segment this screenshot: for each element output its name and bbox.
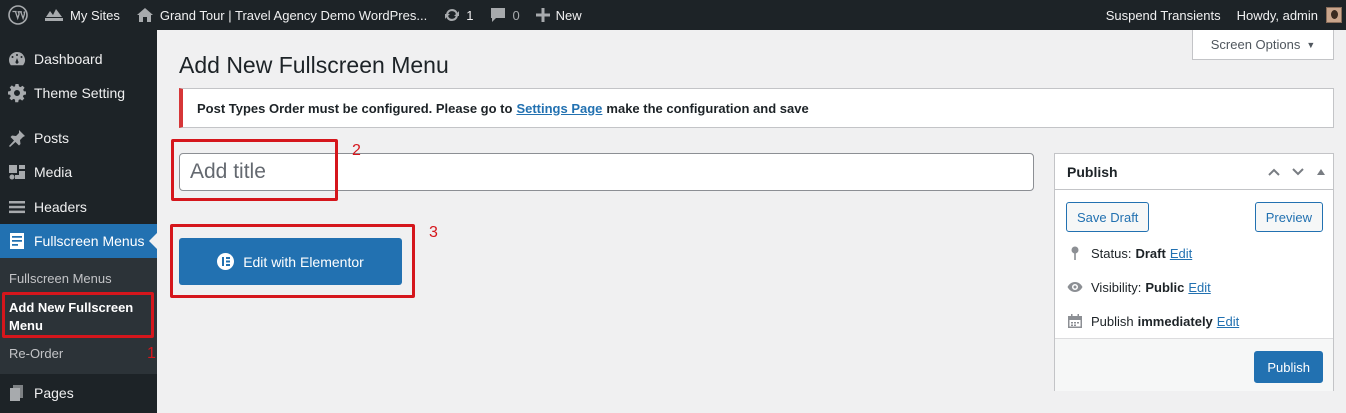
gear-icon [8, 84, 26, 103]
collapse-toggle-icon[interactable] [1317, 168, 1325, 175]
edit-publish-time-link[interactable]: Edit [1217, 314, 1239, 329]
edit-status-link[interactable]: Edit [1170, 246, 1192, 261]
wordpress-logo-menu[interactable] [0, 0, 36, 30]
page-title: Add New Fullscreen Menu [179, 52, 449, 78]
screen-options-label: Screen Options [1210, 37, 1301, 52]
annotation-box-2 [171, 139, 338, 201]
admin-bar: My Sites Grand Tour | Travel Agency Demo… [0, 0, 1346, 30]
site-name-label: Grand Tour | Travel Agency Demo WordPres… [159, 7, 428, 23]
annotation-number-1: 1 [147, 345, 156, 362]
publish-time-value: immediately [1137, 313, 1213, 329]
my-account-menu[interactable]: Howdy, admin [1229, 0, 1346, 30]
status-value: Draft [1135, 245, 1166, 261]
my-sites-label: My Sites [70, 7, 120, 23]
error-notice: Post Types Order must be configured. Ple… [179, 88, 1334, 128]
annotation-number-2: 2 [352, 142, 361, 159]
new-content-menu[interactable]: New [528, 0, 590, 30]
publish-metabox: Publish Save Draft Preview Status: Draft… [1054, 153, 1334, 391]
calendar-icon [1068, 314, 1082, 328]
bars-icon [9, 201, 25, 214]
howdy-label: Howdy, admin [1236, 7, 1318, 23]
sidebar-item-media[interactable]: Media [0, 155, 157, 189]
preview-button[interactable]: Preview [1254, 202, 1323, 232]
post-icon [10, 233, 24, 249]
admin-sidebar: Dashboard Theme Setting Posts Media Head… [0, 30, 157, 413]
notice-text-after: make the configuration and save [606, 100, 809, 116]
plus-icon [535, 8, 550, 22]
sidebar-item-fullscreen-menus[interactable]: Fullscreen Menus [0, 224, 157, 258]
publish-header: Publish [1055, 154, 1333, 190]
pages-icon [10, 385, 23, 401]
pin-icon [9, 130, 25, 147]
sidebar-item-label: Pages [34, 385, 74, 401]
publish-time-label: Publish [1091, 313, 1134, 329]
dashboard-icon [9, 51, 26, 66]
publish-button[interactable]: Publish [1254, 351, 1323, 383]
suspend-transients-label: Suspend Transients [1105, 7, 1221, 23]
sidebar-item-dashboard[interactable]: Dashboard [0, 42, 157, 76]
sidebar-item-theme-setting[interactable]: Theme Setting [0, 76, 157, 110]
sidebar-item-label: Headers [34, 199, 87, 215]
updates-icon [445, 8, 460, 22]
visibility-row: Visibility: Public Edit [1067, 279, 1211, 295]
sidebar-item-label: Posts [34, 130, 70, 146]
eye-icon [1067, 282, 1083, 292]
caret-down-icon: ▼ [1306, 39, 1316, 50]
annotation-box-3 [170, 224, 415, 298]
notice-text-before: Post Types Order must be configured. Ple… [197, 100, 513, 116]
pin-location-icon [1071, 246, 1079, 260]
submenu-item-re-order[interactable]: Re-Order [9, 345, 149, 363]
updates-count: 1 [466, 7, 474, 23]
status-label: Status: [1091, 245, 1132, 261]
annotation-number-3: 3 [429, 224, 438, 241]
sidebar-item-label: Theme Setting [34, 85, 126, 101]
sidebar-item-headers[interactable]: Headers [0, 190, 157, 224]
publish-title: Publish [1067, 163, 1118, 180]
settings-page-link[interactable]: Settings Page [516, 101, 602, 116]
sidebar-item-label: Dashboard [34, 51, 103, 67]
comments-count: 0 [512, 7, 520, 23]
submenu-item-fullscreen-menus[interactable]: Fullscreen Menus [9, 270, 149, 288]
screen-options-button[interactable]: Screen Options ▼ [1192, 30, 1334, 60]
publish-time-row: Publish immediately Edit [1067, 313, 1239, 329]
sidebar-item-label: Fullscreen Menus [34, 233, 145, 249]
sites-icon [45, 9, 63, 21]
media-icon [9, 165, 25, 180]
home-icon [136, 8, 153, 22]
sidebar-item-label: Media [34, 164, 73, 180]
site-name-menu[interactable]: Grand Tour | Travel Agency Demo WordPres… [128, 0, 435, 30]
status-row: Status: Draft Edit [1067, 245, 1192, 261]
chevron-down-icon[interactable] [1291, 167, 1305, 177]
save-draft-button[interactable]: Save Draft [1066, 202, 1150, 232]
updates-menu[interactable]: 1 [435, 0, 481, 30]
new-label: New [555, 7, 582, 23]
visibility-value: Public [1145, 279, 1185, 295]
chevron-up-icon[interactable] [1267, 167, 1281, 177]
publish-actions: Publish [1055, 338, 1333, 391]
comments-menu[interactable]: 0 [481, 0, 527, 30]
my-sites-menu[interactable]: My Sites [36, 0, 128, 30]
comment-icon [491, 8, 506, 22]
edit-visibility-link[interactable]: Edit [1188, 280, 1210, 295]
avatar [1326, 7, 1342, 23]
sidebar-item-pages[interactable]: Pages [0, 376, 157, 410]
wordpress-icon [8, 5, 28, 25]
visibility-label: Visibility: [1091, 279, 1142, 295]
suspend-transients-link[interactable]: Suspend Transients [1098, 0, 1229, 30]
annotation-box-1 [2, 292, 154, 338]
sidebar-item-posts[interactable]: Posts [0, 121, 157, 155]
